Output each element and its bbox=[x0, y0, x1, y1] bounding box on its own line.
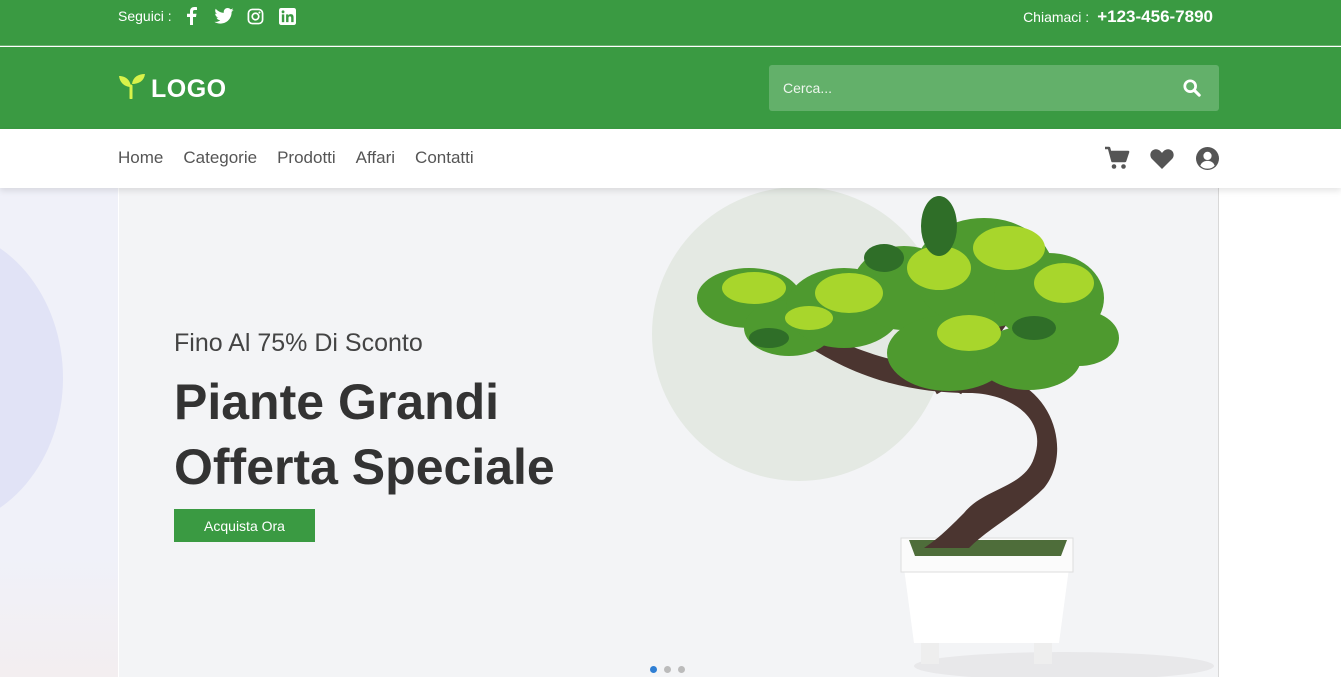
sprout-icon bbox=[118, 73, 146, 106]
main-nav: Home Categorie Prodotti Affari Contatti bbox=[0, 129, 1341, 188]
logo[interactable]: LOGO bbox=[118, 73, 227, 106]
buy-now-button[interactable]: Acquista Ora bbox=[174, 509, 315, 542]
linkedin-icon[interactable] bbox=[278, 6, 298, 26]
hero-left-decoration bbox=[0, 188, 118, 677]
cart-icon[interactable] bbox=[1104, 145, 1130, 171]
slider-dot-3[interactable] bbox=[678, 666, 685, 673]
hero-title: Piante Grandi Offerta Speciale bbox=[174, 370, 694, 500]
search-bar bbox=[769, 65, 1219, 111]
nav-item-affari[interactable]: Affari bbox=[356, 148, 395, 168]
phone-number[interactable]: +123-456-7890 bbox=[1097, 7, 1213, 27]
hero-discount: Fino Al 75% Di Sconto bbox=[174, 329, 423, 357]
heart-icon[interactable] bbox=[1149, 145, 1175, 171]
top-bar: Seguici : Chiamaci : +123-456-7890 bbox=[0, 0, 1341, 46]
call-label: Chiamaci : bbox=[1023, 9, 1090, 25]
slider-dot-1[interactable] bbox=[650, 666, 657, 673]
decorative-floor bbox=[0, 557, 118, 677]
nav-item-contatti[interactable]: Contatti bbox=[415, 148, 474, 168]
nav-item-home[interactable]: Home bbox=[118, 148, 163, 168]
slider-dots bbox=[650, 666, 685, 673]
facebook-icon[interactable] bbox=[182, 6, 202, 26]
nav-icons bbox=[1104, 145, 1220, 171]
logo-text: LOGO bbox=[151, 75, 227, 103]
hero-slider: Fino Al 75% Di Sconto Piante Grandi Offe… bbox=[119, 188, 1219, 677]
call-info: Chiamaci : +123-456-7890 bbox=[1023, 7, 1213, 27]
follow-label: Seguici : bbox=[118, 8, 172, 24]
slider-dot-2[interactable] bbox=[664, 666, 671, 673]
nav-item-prodotti[interactable]: Prodotti bbox=[277, 148, 336, 168]
hero-title-line1: Piante Grandi bbox=[174, 374, 500, 430]
nav-item-categorie[interactable]: Categorie bbox=[183, 148, 257, 168]
instagram-icon[interactable] bbox=[246, 6, 266, 26]
social-links: Seguici : bbox=[118, 6, 298, 26]
bonsai-image bbox=[652, 188, 1214, 677]
decorative-blob bbox=[0, 228, 63, 528]
twitter-icon[interactable] bbox=[214, 6, 234, 26]
search-input[interactable] bbox=[769, 65, 1165, 111]
hero-title-line2: Offerta Speciale bbox=[174, 439, 555, 495]
user-icon[interactable] bbox=[1194, 145, 1220, 171]
search-icon[interactable] bbox=[1165, 65, 1219, 111]
header: LOGO bbox=[0, 47, 1341, 129]
nav-menu: Home Categorie Prodotti Affari Contatti bbox=[118, 148, 474, 168]
right-gutter bbox=[1220, 188, 1341, 677]
